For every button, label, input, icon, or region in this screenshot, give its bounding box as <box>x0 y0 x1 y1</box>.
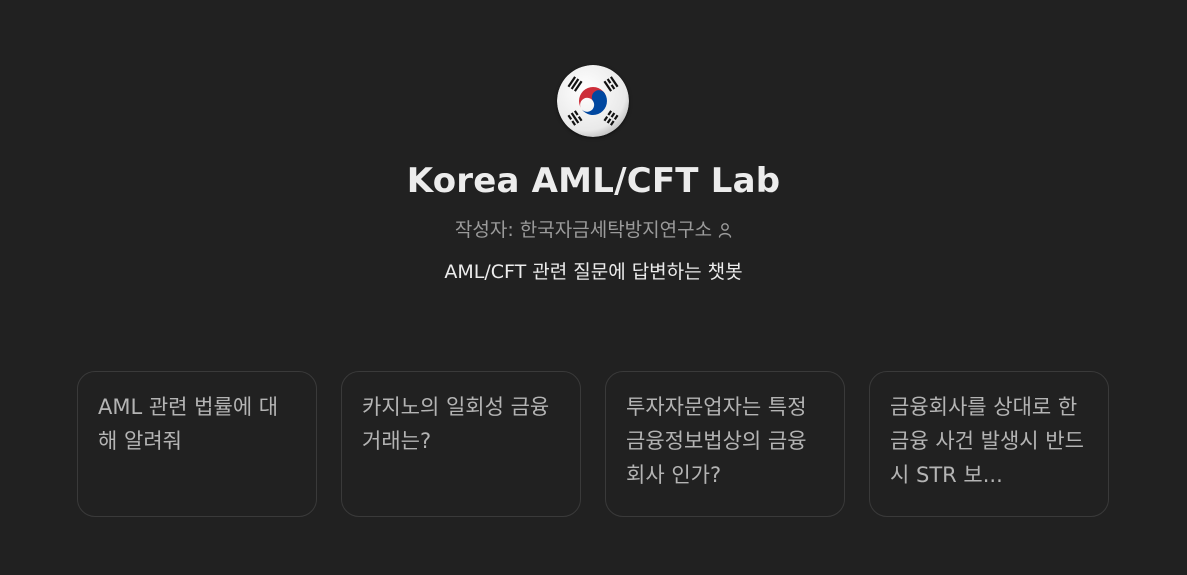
gpt-description: AML/CFT 관련 질문에 답변하는 챗봇 <box>444 261 743 283</box>
author-line: 작성자: 한국자금세탁방지연구소 <box>0 216 1187 246</box>
starter-text: 금융회사를 상대로 한 금융 사건 발생시 반드시 STR 보... <box>890 395 1084 487</box>
starter-text: AML 관련 법률에 대해 알려줘 <box>98 395 279 453</box>
starter-card[interactable]: AML 관련 법률에 대해 알려줘 <box>77 371 317 517</box>
starter-card[interactable]: 금융회사를 상대로 한 금융 사건 발생시 반드시 STR 보... <box>869 371 1109 517</box>
author-name: 한국자금세탁방지연구소 <box>519 219 713 241</box>
starter-card[interactable]: 투자자문업자는 특정금융정보법상의 금융회사 인가? <box>605 371 845 517</box>
person-icon <box>718 218 732 246</box>
gpt-title: Korea AML/CFT Lab <box>406 161 781 201</box>
starter-text: 카지노의 일회성 금융거래는? <box>362 395 550 453</box>
author-prefix: 작성자: <box>454 219 520 241</box>
starter-text: 투자자문업자는 특정금융정보법상의 금융회사 인가? <box>626 395 807 487</box>
conversation-starters: AML 관련 법률에 대해 알려줘 카지노의 일회성 금융거래는? 투자자문업자… <box>77 371 1109 517</box>
korea-flag-icon <box>557 65 629 137</box>
starter-card[interactable]: 카지노의 일회성 금융거래는? <box>341 371 581 517</box>
gpt-intro-page: Korea AML/CFT Lab 작성자: 한국자금세탁방지연구소 AML/C… <box>0 0 1187 575</box>
